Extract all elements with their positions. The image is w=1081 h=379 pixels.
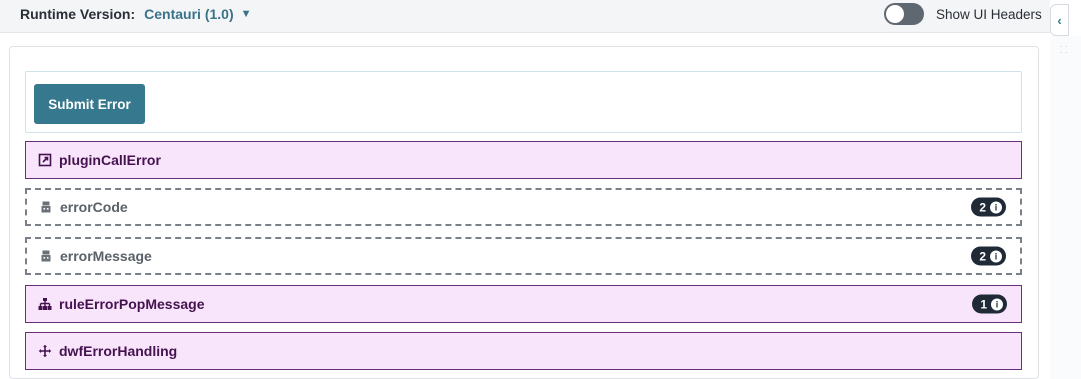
row-dwf-error-handling[interactable]: dwfErrorHandling — [25, 332, 1022, 370]
row-plugin-call-error[interactable]: pluginCallError — [25, 141, 1022, 179]
sitemap-icon — [38, 297, 52, 311]
count-badge[interactable]: 1 i — [972, 294, 1007, 314]
badge-count: 1 — [980, 297, 987, 311]
info-icon: i — [990, 250, 1002, 262]
scroll-grip-icon: · · · · — [1060, 42, 1068, 57]
chevron-left-icon: ‹ — [1057, 12, 1062, 28]
move-arrows-icon — [38, 344, 52, 358]
caret-down-icon[interactable]: ▼ — [241, 8, 252, 20]
count-badge[interactable]: 2 i — [971, 197, 1006, 217]
row-label: errorCode — [60, 199, 128, 215]
external-link-icon — [38, 153, 52, 167]
show-ui-headers-label: Show UI Headers — [936, 6, 1042, 22]
submit-error-button[interactable]: Submit Error — [34, 84, 145, 124]
count-badge[interactable]: 2 i — [971, 246, 1006, 266]
row-label: ruleErrorPopMessage — [59, 296, 205, 312]
runtime-version-label: Runtime Version: — [20, 6, 136, 22]
robot-icon — [39, 249, 53, 263]
submit-container: Submit Error — [25, 71, 1022, 133]
badge-count: 2 — [979, 200, 986, 214]
row-label: dwfErrorHandling — [59, 343, 178, 359]
toggle-knob — [886, 5, 904, 23]
show-ui-headers-toggle[interactable] — [884, 3, 924, 25]
row-label: pluginCallError — [59, 152, 161, 168]
row-rule-error-pop-message[interactable]: ruleErrorPopMessage 1 i — [25, 285, 1022, 323]
info-icon: i — [991, 298, 1003, 310]
row-error-code[interactable]: errorCode 2 i — [25, 188, 1022, 226]
show-ui-headers-control: Show UI Headers — [884, 3, 1042, 25]
runtime-version-selector[interactable]: Runtime Version: Centauri (1.0) ▼ — [20, 6, 252, 22]
robot-icon — [39, 200, 53, 214]
badge-count: 2 — [979, 249, 986, 263]
info-icon: i — [990, 201, 1002, 213]
row-error-message[interactable]: errorMessage 2 i — [25, 237, 1022, 275]
row-label: errorMessage — [60, 248, 152, 264]
collapse-panel-button[interactable]: ‹ — [1050, 4, 1069, 36]
runtime-version-value[interactable]: Centauri (1.0) — [144, 6, 233, 22]
top-toolbar: Runtime Version: Centauri (1.0) ▼ Show U… — [0, 0, 1050, 33]
scrollbar-track[interactable] — [1050, 36, 1081, 379]
